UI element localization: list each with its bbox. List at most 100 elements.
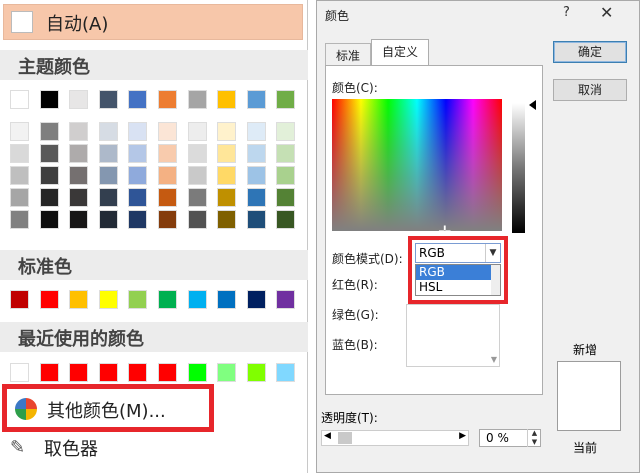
theme-shade-swatch[interactable] [246, 122, 266, 141]
recent-color-swatch[interactable] [128, 363, 148, 382]
transparency-slider[interactable]: ◀ ▶ [321, 430, 469, 446]
standard-color-swatch[interactable] [187, 290, 207, 309]
help-button[interactable]: ? [563, 5, 570, 20]
theme-shade-swatch[interactable] [39, 144, 59, 163]
theme-shade-swatch[interactable] [158, 210, 177, 229]
theme-shade-swatch[interactable] [10, 122, 29, 141]
standard-color-swatch[interactable] [10, 290, 29, 309]
theme-shade-swatch[interactable] [217, 188, 237, 207]
theme-color-swatch[interactable] [158, 90, 177, 109]
theme-shade-swatch[interactable] [69, 188, 89, 207]
theme-shade-swatch[interactable] [246, 188, 266, 207]
theme-color-swatch[interactable] [69, 90, 89, 109]
recent-color-swatch[interactable] [39, 363, 59, 382]
theme-shade-swatch[interactable] [10, 144, 29, 163]
theme-shade-swatch[interactable] [39, 210, 59, 229]
dropdown-scrollbar[interactable] [491, 265, 500, 295]
theme-shade-swatch[interactable] [158, 166, 177, 185]
recent-color-swatch[interactable] [69, 363, 89, 382]
auto-color-item[interactable]: 自动(A) [3, 4, 303, 40]
theme-shade-swatch[interactable] [187, 144, 207, 163]
theme-shade-swatch[interactable] [128, 166, 148, 185]
cancel-button[interactable]: 取消 [553, 79, 627, 101]
theme-shade-swatch[interactable] [69, 144, 89, 163]
theme-shade-swatch[interactable] [217, 144, 237, 163]
theme-shade-swatch[interactable] [276, 144, 296, 163]
color-spectrum[interactable] [332, 99, 502, 231]
close-button[interactable]: ✕ [600, 3, 613, 22]
theme-shade-swatch[interactable] [187, 166, 207, 185]
theme-color-swatch[interactable] [217, 90, 237, 109]
recent-color-swatch[interactable] [98, 363, 118, 382]
theme-shade-swatch[interactable] [39, 122, 59, 141]
standard-color-swatch[interactable] [217, 290, 237, 309]
theme-shade-swatch[interactable] [217, 122, 237, 141]
recent-color-swatch[interactable] [187, 363, 207, 382]
chevron-left-icon[interactable]: ◀ [324, 431, 331, 441]
theme-shade-swatch[interactable] [10, 166, 29, 185]
slider-thumb[interactable] [338, 432, 352, 444]
theme-shade-swatch[interactable] [158, 144, 177, 163]
theme-shade-swatch[interactable] [276, 188, 296, 207]
chevron-right-icon[interactable]: ▶ [459, 431, 466, 441]
theme-shade-swatch[interactable] [69, 166, 89, 185]
theme-shade-swatch[interactable] [187, 188, 207, 207]
recent-color-swatch[interactable] [158, 363, 177, 382]
standard-color-swatch[interactable] [39, 290, 59, 309]
theme-shade-swatch[interactable] [98, 144, 118, 163]
standard-color-swatch[interactable] [158, 290, 177, 309]
theme-shade-swatch[interactable] [98, 188, 118, 207]
theme-shade-swatch[interactable] [246, 166, 266, 185]
theme-shade-swatch[interactable] [69, 122, 89, 141]
recent-color-swatch[interactable] [246, 363, 266, 382]
theme-shade-swatch[interactable] [158, 122, 177, 141]
theme-shade-swatch[interactable] [10, 210, 29, 229]
standard-color-swatch[interactable] [98, 290, 118, 309]
tab-standard[interactable]: 标准 [325, 43, 372, 65]
theme-color-swatch[interactable] [128, 90, 148, 109]
theme-shade-swatch[interactable] [246, 144, 266, 163]
more-colors-item[interactable]: 其他颜色(M)... [2, 384, 214, 432]
theme-shade-swatch[interactable] [39, 166, 59, 185]
theme-shade-swatch[interactable] [10, 188, 29, 207]
theme-color-swatch[interactable] [246, 90, 266, 109]
theme-shade-swatch[interactable] [187, 122, 207, 141]
theme-shade-swatch[interactable] [276, 210, 296, 229]
theme-shade-swatch[interactable] [98, 210, 118, 229]
theme-shade-swatch[interactable] [98, 166, 118, 185]
theme-shade-swatch[interactable] [276, 122, 296, 141]
standard-color-swatch[interactable] [246, 290, 266, 309]
theme-shade-swatch[interactable] [98, 122, 118, 141]
recent-color-swatch[interactable] [10, 363, 29, 382]
theme-shade-swatch[interactable] [128, 188, 148, 207]
theme-shade-swatch[interactable] [69, 210, 89, 229]
theme-shade-swatch[interactable] [217, 210, 237, 229]
theme-shade-swatch[interactable] [246, 210, 266, 229]
theme-shade-swatch[interactable] [128, 210, 148, 229]
color-mode-option-hsl[interactable]: HSL [416, 280, 500, 295]
ok-button[interactable]: 确定 [553, 41, 627, 63]
theme-shade-swatch[interactable] [158, 188, 177, 207]
theme-shade-swatch[interactable] [187, 210, 207, 229]
theme-shade-swatch[interactable] [128, 144, 148, 163]
recent-color-swatch[interactable] [217, 363, 237, 382]
theme-color-swatch[interactable] [276, 90, 296, 109]
transparency-spinner[interactable]: ▲ ▼ [527, 429, 541, 447]
standard-color-swatch[interactable] [276, 290, 296, 309]
theme-shade-swatch[interactable] [217, 166, 237, 185]
color-mode-select[interactable]: RGB ▼ [415, 243, 501, 263]
theme-shade-swatch[interactable] [128, 122, 148, 141]
luminance-slider[interactable] [512, 103, 525, 233]
recent-color-swatch[interactable] [276, 363, 296, 382]
tab-custom[interactable]: 自定义 [371, 39, 430, 66]
theme-color-swatch[interactable] [187, 90, 207, 109]
standard-color-swatch[interactable] [128, 290, 148, 309]
chevron-down-icon[interactable]: ▼ [485, 244, 500, 262]
luminance-arrow-icon[interactable] [529, 100, 536, 110]
color-mode-option-rgb[interactable]: RGB [416, 265, 500, 280]
theme-color-swatch[interactable] [10, 90, 29, 109]
theme-color-swatch[interactable] [98, 90, 118, 109]
theme-color-swatch[interactable] [39, 90, 59, 109]
standard-color-swatch[interactable] [69, 290, 89, 309]
theme-shade-swatch[interactable] [276, 166, 296, 185]
